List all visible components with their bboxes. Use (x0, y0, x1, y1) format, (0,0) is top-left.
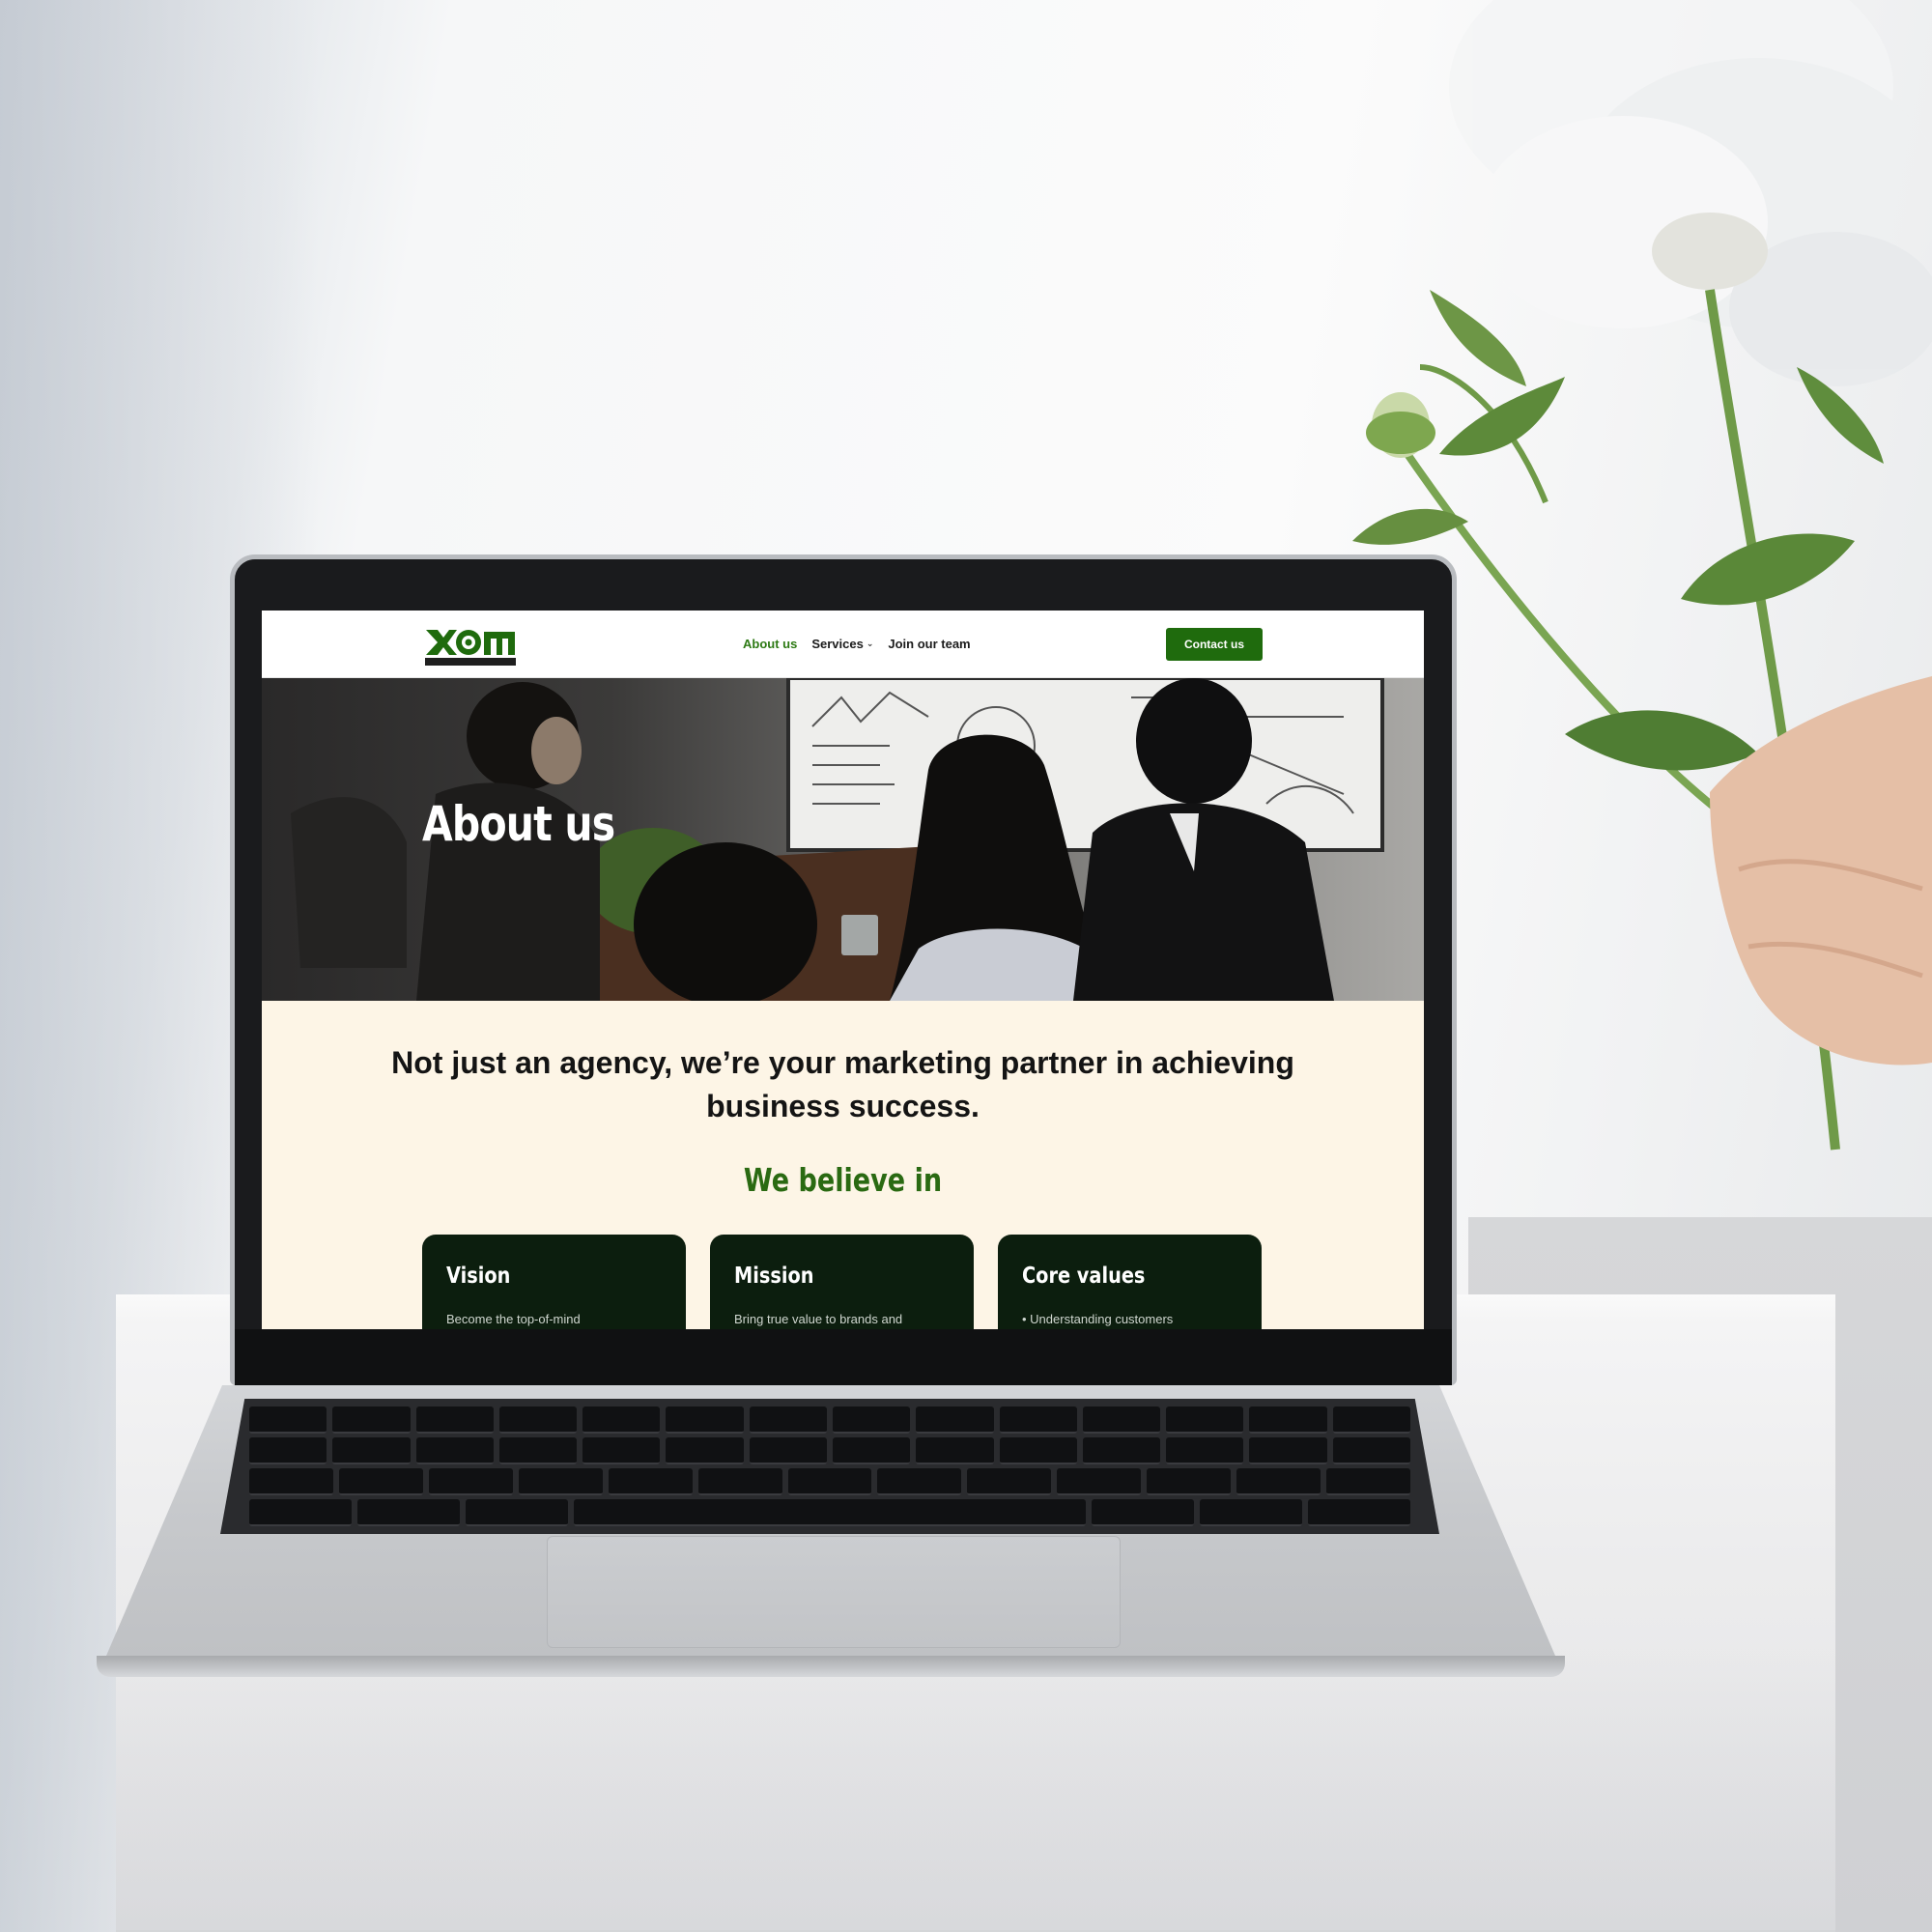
section-title-we-believe-in: We believe in (743, 1161, 943, 1199)
card-core-values: Core values • Understanding customers (998, 1235, 1262, 1329)
card-mission: Mission Bring true value to brands and (710, 1235, 974, 1329)
card-core-values-title: Core values (1022, 1264, 1146, 1289)
hero-banner: About us (262, 678, 1424, 1001)
card-vision-text: Become the top-of-mind (446, 1312, 581, 1326)
website-screen: About us Services ⌄ Join our team Contac… (262, 611, 1424, 1329)
card-vision-title: Vision (446, 1264, 511, 1289)
card-mission-title: Mission (734, 1264, 814, 1289)
xom-logo[interactable] (422, 624, 519, 667)
contact-us-button[interactable]: Contact us (1166, 628, 1263, 661)
nav-services[interactable]: Services ⌄ (811, 637, 873, 651)
card-mission-text: Bring true value to brands and (734, 1312, 903, 1326)
card-vision: Vision Become the top-of-mind (422, 1235, 686, 1329)
laptop-front-edge (97, 1656, 1565, 1677)
nav-services-label: Services (811, 637, 864, 651)
values-cards: Vision Become the top-of-mind Mission Br… (422, 1235, 1262, 1329)
laptop-trackpad (547, 1536, 1121, 1648)
chevron-down-icon: ⌄ (866, 639, 874, 648)
primary-nav: About us Services ⌄ Join our team (743, 637, 971, 651)
hero-title: About us (422, 796, 615, 852)
nav-join-our-team-label: Join our team (888, 637, 971, 651)
site-header: About us Services ⌄ Join our team Contac… (262, 611, 1424, 678)
intro-tagline: Not just an agency, we’re your marketing… (391, 1045, 1294, 1123)
nav-join-our-team[interactable]: Join our team (888, 637, 970, 651)
laptop-bezel (235, 1329, 1452, 1385)
nav-about-us[interactable]: About us (743, 637, 797, 651)
laptop-keyboard (220, 1399, 1439, 1534)
pedestal-shadow (116, 1642, 1835, 1932)
nav-about-us-label: About us (743, 637, 798, 651)
card-core-values-text: • Understanding customers (1022, 1312, 1174, 1326)
